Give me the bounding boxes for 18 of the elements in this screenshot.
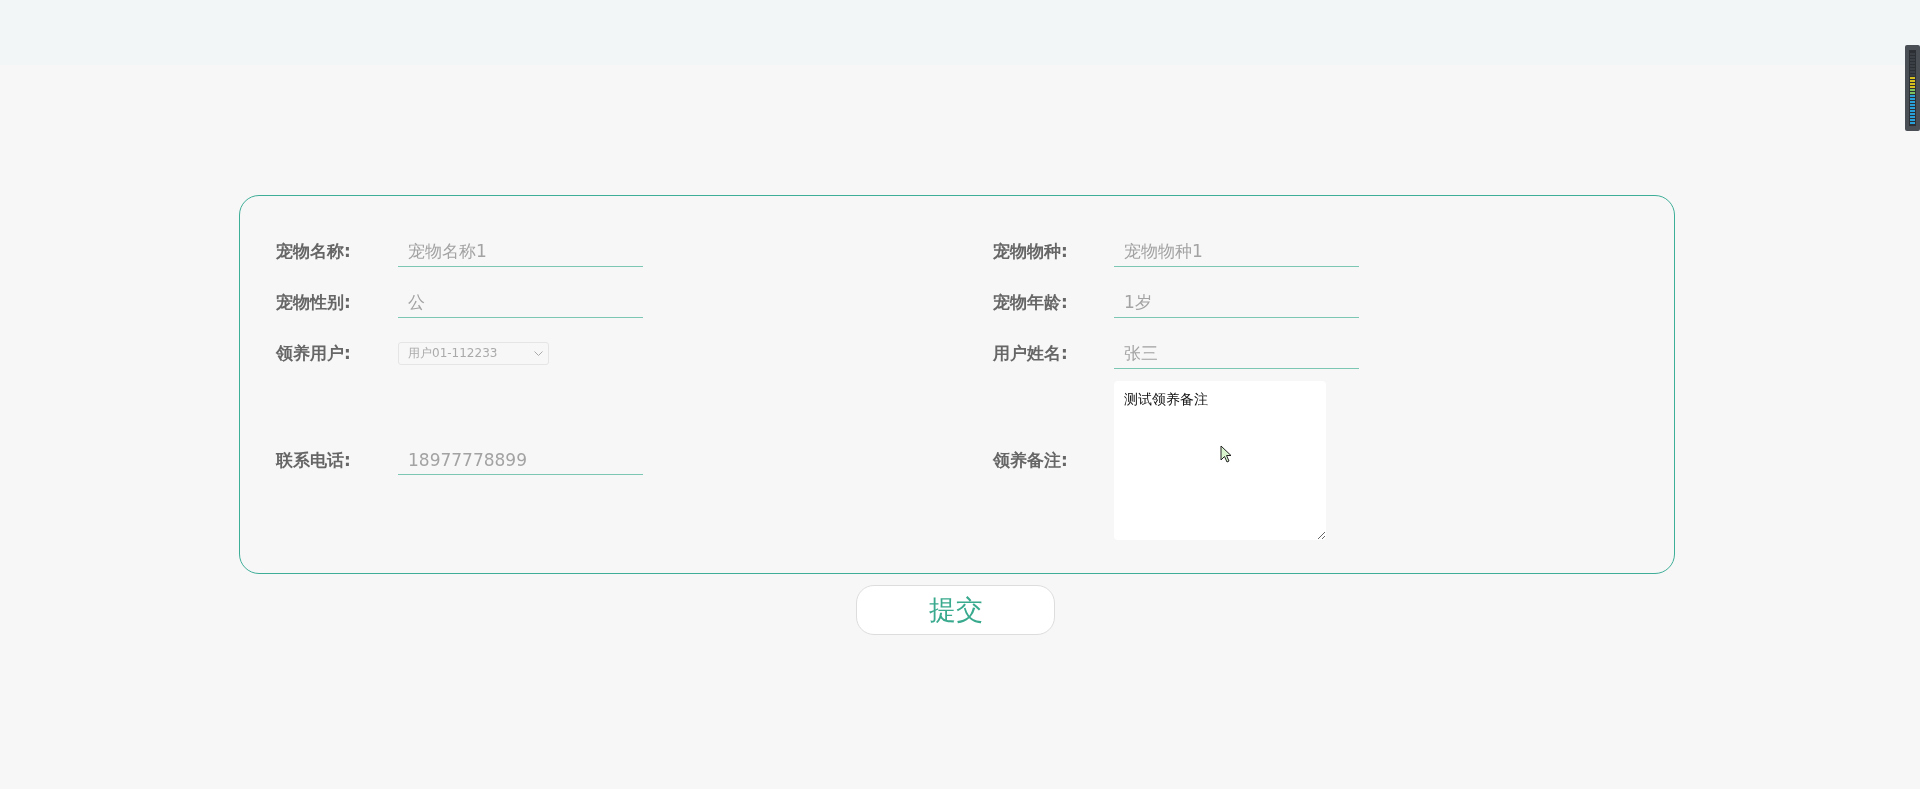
notes-textarea[interactable]: 测试领养备注 — [1114, 380, 1326, 540]
field-label: 用户姓名: — [993, 342, 1069, 365]
input-field[interactable]: 1岁 — [1114, 287, 1359, 318]
mouse-pointer-icon — [1220, 445, 1232, 463]
input-field[interactable]: 公 — [398, 287, 643, 318]
field-label: 宠物年龄: — [993, 291, 1069, 314]
field-label: 宠物性别: — [276, 291, 352, 314]
input-field[interactable]: 宠物名称1 — [398, 236, 643, 267]
field-label: 宠物名称: — [276, 240, 352, 263]
input-field[interactable]: 宠物物种1 — [1114, 236, 1359, 267]
input-field[interactable]: 张三 — [1114, 338, 1359, 369]
caret-icon — [534, 350, 543, 357]
field-label: 联系电话: — [276, 448, 352, 472]
field-label: 领养备注: — [993, 448, 1069, 472]
field-label: 宠物物种: — [993, 240, 1069, 263]
submit-button[interactable]: 提交 — [856, 585, 1055, 635]
input-field[interactable]: 18977778899 — [398, 445, 643, 475]
field-label: 领养用户: — [276, 342, 352, 365]
